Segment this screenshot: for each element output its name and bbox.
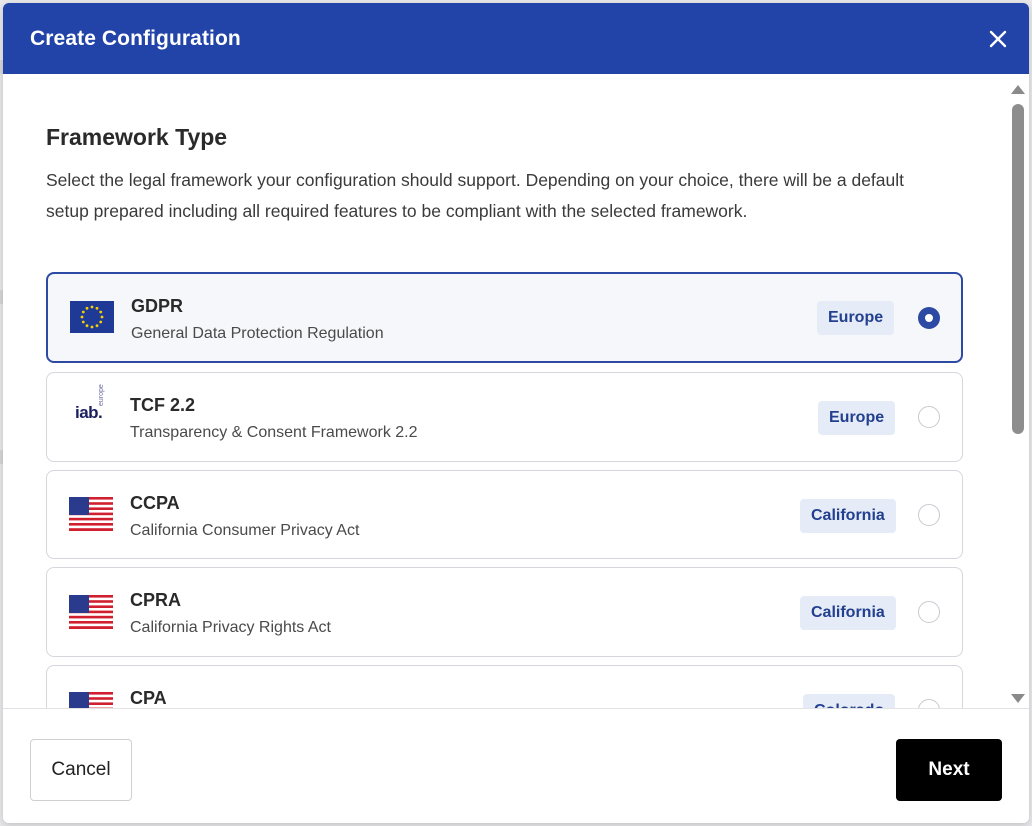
- framework-card-gdpr[interactable]: GDPR General Data Protection Regulation …: [46, 272, 963, 363]
- us-flag-icon: [69, 692, 113, 708]
- framework-name: CPRA: [130, 590, 182, 610]
- scrollbar[interactable]: [1008, 78, 1028, 708]
- eu-flag-icon: [70, 301, 114, 335]
- iab-logo-subtext: europe: [98, 384, 105, 406]
- framework-name: TCF 2.2: [130, 395, 196, 415]
- radio-selected[interactable]: [918, 307, 940, 329]
- framework-name: CPA: [130, 688, 167, 708]
- framework-full-name: Transparency & Consent Framework 2.2: [130, 424, 418, 441]
- framework-full-name: General Data Protection Regulation: [131, 325, 384, 342]
- framework-full-name: California Privacy Rights Act: [130, 619, 331, 636]
- radio-unselected[interactable]: [918, 601, 940, 623]
- region-badge: Colorado: [803, 694, 896, 708]
- region-badge: California: [800, 499, 896, 533]
- us-flag-icon: [69, 595, 113, 629]
- framework-card-cpa[interactable]: CPA Colorado: [46, 665, 963, 708]
- cancel-button[interactable]: Cancel: [30, 739, 132, 801]
- us-flag-icon: [69, 497, 113, 531]
- region-badge: Europe: [817, 301, 895, 335]
- framework-name: CCPA: [130, 493, 180, 513]
- framework-card-cpra[interactable]: CPRA California Privacy Rights Act Calif…: [46, 567, 963, 657]
- region-badge: California: [800, 596, 896, 630]
- radio-unselected[interactable]: [918, 504, 940, 526]
- close-icon: [989, 30, 1007, 48]
- framework-full-name: California Consumer Privacy Act: [130, 522, 360, 539]
- iab-europe-logo: iab. europe: [75, 384, 115, 437]
- dialog-title: Create Configuration: [30, 27, 241, 50]
- scroll-up-arrow-icon[interactable]: [1011, 85, 1025, 94]
- scrollbar-thumb[interactable]: [1012, 104, 1024, 434]
- next-button[interactable]: Next: [896, 739, 1002, 801]
- section-title: Framework Type: [46, 124, 228, 150]
- dialog-footer: Cancel Next: [3, 708, 1029, 823]
- framework-card-tcf[interactable]: iab. europe TCF 2.2 Transparency & Conse…: [46, 372, 963, 462]
- dialog-content[interactable]: Framework Type Select the legal framewor…: [3, 74, 1005, 708]
- framework-name: GDPR: [131, 296, 184, 316]
- close-button[interactable]: [987, 28, 1009, 50]
- dialog-header: Create Configuration: [3, 3, 1029, 74]
- radio-unselected[interactable]: [918, 406, 940, 428]
- radio-unselected[interactable]: [918, 699, 940, 708]
- scroll-down-arrow-icon[interactable]: [1011, 694, 1025, 703]
- framework-card-ccpa[interactable]: CCPA California Consumer Privacy Act Cal…: [46, 470, 963, 559]
- section-description: Select the legal framework your configur…: [46, 170, 905, 221]
- region-badge: Europe: [818, 401, 896, 435]
- create-configuration-dialog: Create Configuration Framework Type Sele…: [3, 3, 1029, 823]
